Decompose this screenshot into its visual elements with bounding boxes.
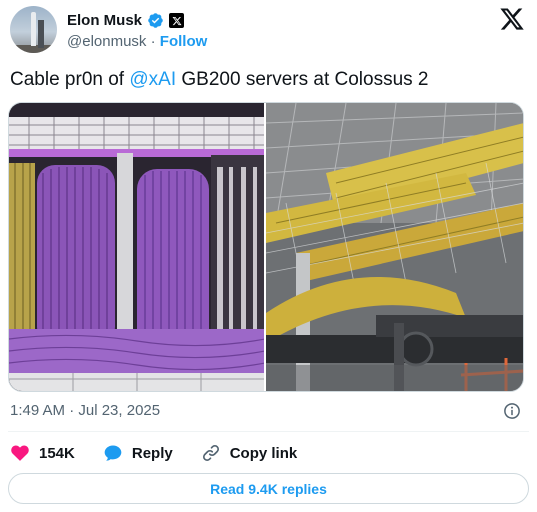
reply-label: Reply (131, 444, 173, 462)
copy-link-label: Copy link (229, 444, 298, 462)
name-row: Elon Musk (67, 12, 185, 29)
tweet-header: Elon Musk @elonmusk · Follow (10, 6, 527, 56)
x-badge-icon (169, 13, 185, 28)
timestamp[interactable]: 1:49 AM · Jul 23, 2025 (10, 402, 160, 419)
follow-button[interactable]: Follow (160, 33, 208, 50)
verified-icon (148, 13, 163, 28)
author-handle[interactable]: @elonmusk (67, 33, 146, 50)
cable-trays-illustration (266, 103, 523, 391)
action-bar: 154K Reply Copy link (10, 442, 325, 464)
x-logo-icon[interactable] (499, 6, 525, 32)
link-icon (202, 444, 219, 462)
photo-cable-trays[interactable] (266, 103, 523, 391)
mention-link[interactable]: @xAI (129, 69, 176, 90)
reply-icon (104, 445, 122, 461)
heart-icon (11, 445, 29, 461)
separator: · (150, 33, 156, 50)
cable-racks-illustration (9, 103, 264, 391)
like-button[interactable]: 154K (10, 443, 75, 463)
author-name[interactable]: Elon Musk (67, 12, 142, 29)
media-grid (8, 102, 524, 392)
photo-cable-racks[interactable] (9, 103, 264, 391)
divider (8, 431, 529, 432)
handle-row: @elonmusk · Follow (67, 33, 207, 50)
reply-button[interactable]: Reply (103, 443, 173, 463)
tweet-text: Cable pr0n of @xAI GB200 servers at Colo… (10, 68, 429, 92)
copy-link-button[interactable]: Copy link (201, 443, 298, 463)
read-replies-button[interactable]: Read 9.4K replies (8, 473, 529, 504)
like-count: 154K (39, 444, 75, 462)
tweet-text-before: Cable pr0n of (10, 69, 130, 90)
avatar[interactable] (10, 6, 57, 53)
info-icon[interactable] (503, 402, 521, 420)
tweet-text-after: GB200 servers at Colossus 2 (176, 69, 429, 90)
